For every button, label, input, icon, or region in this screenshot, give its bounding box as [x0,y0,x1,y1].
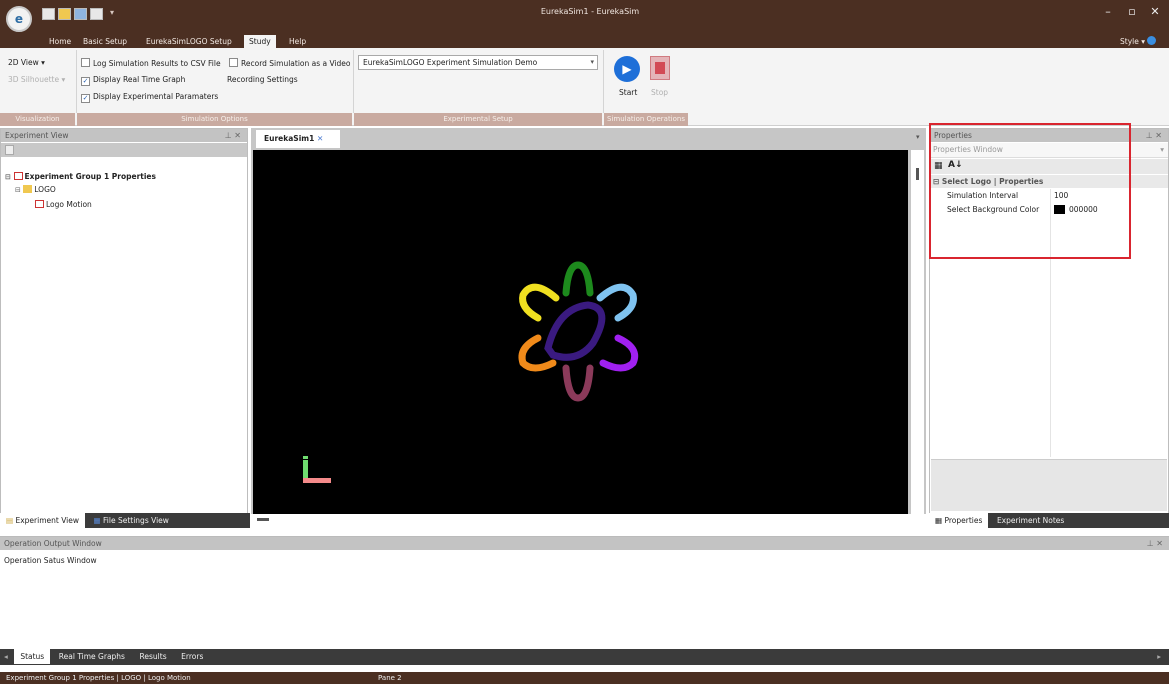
chevron-down-icon: ▾ [1160,145,1164,154]
pin-close-icon[interactable]: ⊥ ✕ [225,129,241,142]
group-label-visualization: Visualization [0,113,75,126]
2d-view-button[interactable]: 2D View ▾ [8,58,45,67]
title-bar [0,0,1169,34]
logo-center [544,301,606,361]
log-csv-checkbox[interactable]: Log Simulation Results to CSV File [81,58,221,68]
chevron-down-icon: ▾ [590,58,594,66]
collapse-icon[interactable]: ⊟ [5,173,11,181]
experiment-view-tabs: ▤ Experiment View ▦ File Settings View [0,513,250,528]
window-title: EurekaSim1 - EurekaSim [540,7,640,16]
document-icon[interactable] [5,145,14,155]
tree-item-experiment-group[interactable]: ⊟ Experiment Group 1 Properties [5,172,156,181]
stop-icon[interactable] [650,56,670,80]
collapse-icon[interactable]: ⊟ [15,186,21,194]
checkbox-icon [229,58,238,67]
pane-title: Experiment View ⊥ ✕ [1,129,247,142]
tab-real-time-graphs[interactable]: Real Time Graphs [53,649,131,664]
open-folder-icon[interactable] [58,8,71,20]
experiment-select[interactable]: EurekaSimLOGO Experiment Simulation Demo… [358,55,598,70]
save-icon[interactable] [74,8,87,20]
scroll-left-icon[interactable]: ◂ [0,649,12,664]
tree-item-logo-motion[interactable]: Logo Motion [35,200,92,209]
3d-silhouette-button[interactable]: 3D Silhouette ▾ [8,75,65,84]
start-button[interactable]: Start [619,88,637,97]
recording-settings-button[interactable]: Recording Settings [227,75,298,84]
properties-icon [35,200,44,208]
record-video-checkbox[interactable]: Record Simulation as a Video [229,58,351,68]
status-path: Experiment Group 1 Properties | LOGO | L… [6,674,191,682]
app-logo: e [14,12,24,26]
tab-results[interactable]: Results [134,649,173,664]
folder-icon [23,185,33,193]
document-area: EurekaSim1 ✕ ▾ [251,128,926,526]
save-all-icon[interactable] [90,8,103,20]
tab-experiment-notes[interactable]: Experiment Notes [991,513,1070,528]
status-spacer [0,665,1169,672]
tab-eurekasimlogo-setup[interactable]: EurekaSimLOGO Setup [141,35,237,48]
vertical-scrollbar[interactable] [911,150,924,514]
tab-file-settings-view[interactable]: ▦ File Settings View [88,513,175,528]
ribbon-divider [76,50,77,113]
tree-icon: ▤ [6,516,14,525]
ribbon-divider [603,50,604,113]
close-tab-icon[interactable]: ✕ [317,134,323,143]
logo-arc-yellow [519,283,560,322]
output-tabs: ◂ Status Real Time Graphs Results Errors… [0,649,1169,665]
style-menu[interactable]: Style ▾ [1115,35,1161,48]
close-icon[interactable]: ✕ [1145,4,1165,20]
app-menu-button[interactable]: e [6,6,32,32]
tab-errors[interactable]: Errors [175,649,209,664]
checkbox-icon [81,58,90,67]
tab-eurekasim1[interactable]: EurekaSim1 ✕ [256,130,340,148]
tab-help[interactable]: Help [284,35,311,48]
experiment-view-pane: Experiment View ⊥ ✕ ⊟ Experiment Group 1 … [0,128,248,514]
pane-title: Operation Output Window ⊥ ✕ [0,537,1169,550]
group-label-experimental-setup: Experimental Setup [354,113,602,126]
play-icon[interactable]: ▶ [614,56,640,82]
properties-tabs: ▦ Properties Experiment Notes [929,513,1169,528]
highlight-box [929,123,1131,259]
status-pane2: Pane 2 [378,674,402,682]
quick-access-dropdown-icon[interactable]: ▾ [110,8,114,17]
checkmark-icon: ✓ [81,77,90,86]
ribbon-divider [353,50,354,113]
tree-item-logo-folder[interactable]: ⊟ LOGO [15,185,56,194]
logo-arc-green [562,261,594,297]
tab-status[interactable]: Status [14,649,51,664]
tab-study[interactable]: Study [244,35,276,48]
experiment-toolbar [1,143,247,157]
stop-button[interactable]: Stop [651,88,668,97]
horizontal-scrollbar[interactable] [253,514,908,526]
tab-basic-setup[interactable]: Basic Setup [78,35,132,48]
pin-close-icon[interactable]: ⊥ ✕ [1146,129,1162,142]
logo-arc-maroon [562,364,594,402]
tab-experiment-view[interactable]: ▤ Experiment View [0,513,85,528]
display-params-checkbox[interactable]: ✓ Display Experimental Paramaters [81,92,218,103]
property-description-box [931,459,1167,511]
output-text: Operation Satus Window [4,556,97,565]
group-label-simulation-options: Simulation Options [77,113,352,126]
logo-arc-blue [596,283,637,322]
output-pane: Operation Output Window ⊥ ✕ Operation Sat… [0,536,1169,649]
document-dropdown-icon[interactable]: ▾ [916,133,920,141]
properties-icon [13,172,23,180]
maximize-icon[interactable]: ▫ [1122,4,1142,20]
settings-icon: ▦ [93,516,101,525]
help-icon[interactable] [1147,36,1157,45]
group-label-simulation-operations: Simulation Operations [604,113,688,126]
pin-close-icon[interactable]: ⊥ ✕ [1147,537,1163,550]
display-graph-checkbox[interactable]: ✓ Display Real Time Graph [81,75,185,86]
axis-indicator-icon [303,456,331,483]
logo-arc-purple [599,334,639,372]
minimize-icon[interactable]: – [1098,4,1118,20]
checkmark-icon: ✓ [81,94,90,103]
tab-home[interactable]: Home [44,35,76,48]
simulation-canvas[interactable] [253,150,908,514]
tab-properties[interactable]: ▦ Properties [929,513,989,528]
eureka-logo [303,261,639,483]
new-file-icon[interactable] [42,8,55,20]
status-bar: Experiment Group 1 Properties | LOGO | L… [0,672,1169,684]
scroll-right-icon[interactable]: ▸ [1151,649,1167,664]
properties-icon: ▦ [935,516,943,525]
